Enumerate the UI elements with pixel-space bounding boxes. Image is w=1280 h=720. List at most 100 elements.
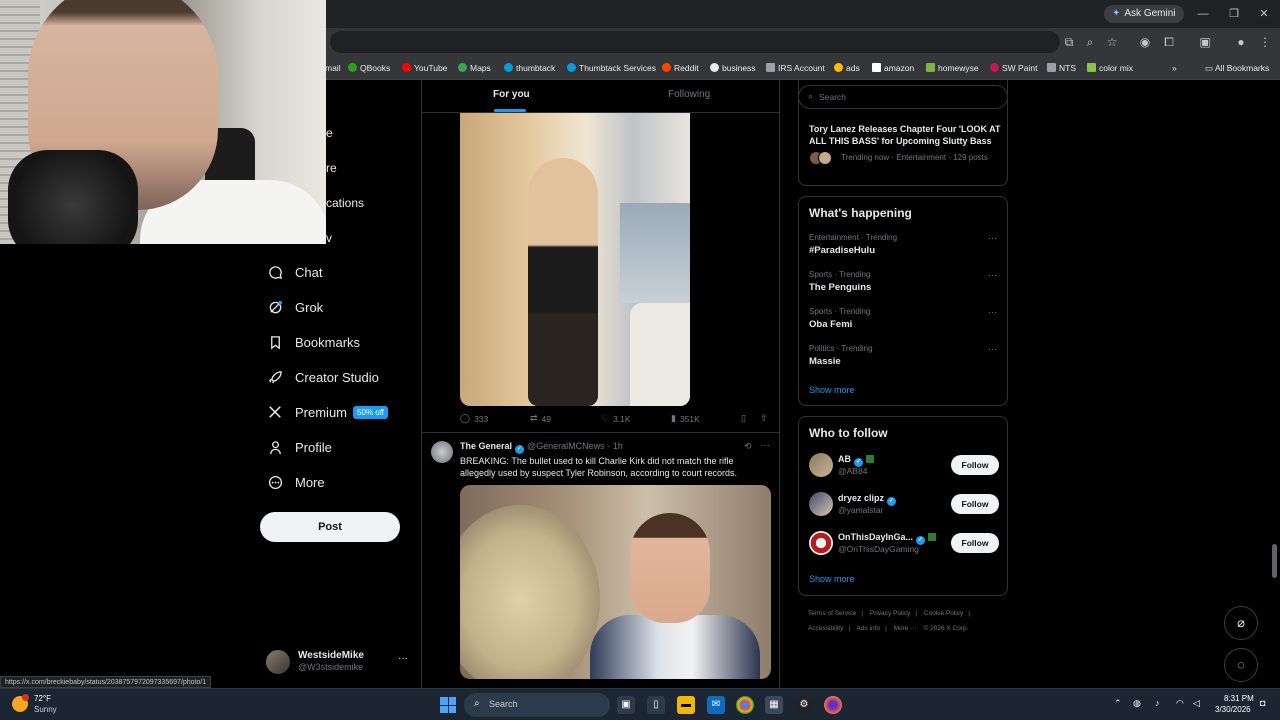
puzzle-icon[interactable]: ⧠ xyxy=(1160,33,1178,51)
tweet-photo[interactable] xyxy=(460,113,690,406)
trend-item[interactable]: Sports · Trending Oba Femi ··· xyxy=(809,307,1001,335)
trend-item[interactable]: Sports · Trending The Penguins ··· xyxy=(809,270,1001,298)
nav-partial-home[interactable]: e xyxy=(326,126,333,140)
nav-grok[interactable]: Grok xyxy=(266,294,323,320)
grok-explain-icon[interactable]: ⟲ xyxy=(744,441,752,452)
trend-more-icon[interactable]: ··· xyxy=(988,270,997,280)
post-button[interactable]: Post xyxy=(260,512,400,542)
nav-partial-notifications[interactable]: cations xyxy=(326,196,364,210)
follow-suggestion[interactable]: OnThisDayInGa... ✓ @OnThisDayGaming Follo… xyxy=(809,531,1001,559)
account-more-icon[interactable]: ··· xyxy=(398,653,408,664)
account-switcher[interactable]: WestsideMike @W3stsidemike ··· xyxy=(266,648,411,676)
notification-bell-icon[interactable]: ◘ xyxy=(1260,698,1265,708)
footer-more-link[interactable]: More ··· xyxy=(894,625,917,632)
avatar[interactable] xyxy=(431,441,453,463)
microphone-icon[interactable]: ♪ xyxy=(1155,698,1160,708)
all-bookmarks-folder[interactable]: ▭ All Bookmarks xyxy=(1205,61,1269,75)
tray-app-icon[interactable]: ◍ xyxy=(1133,698,1141,709)
search-input[interactable]: ⌕ Search xyxy=(798,85,1008,109)
volume-icon[interactable]: ◁ xyxy=(1193,698,1200,709)
trends-show-more-link[interactable]: Show more xyxy=(809,385,855,395)
maximize-button[interactable]: ❐ xyxy=(1225,5,1243,23)
follow-suggestion[interactable]: AB ✓ @AB84 Follow xyxy=(809,453,1001,481)
firefox-icon[interactable] xyxy=(824,696,842,714)
grok-float-button[interactable]: ⌀ xyxy=(1224,606,1258,640)
footer-cookie-link[interactable]: Cookie Policy xyxy=(924,610,963,617)
bookmark-youtube[interactable]: YouTube xyxy=(402,61,447,75)
tab-for-you[interactable]: For you xyxy=(493,89,530,100)
trend-more-icon[interactable]: ··· xyxy=(988,233,997,243)
close-window-button[interactable]: ✕ xyxy=(1255,5,1273,23)
bookmark-amazon[interactable]: amazon xyxy=(872,61,914,75)
bookmark-qbooks[interactable]: QBooks xyxy=(348,61,390,75)
tweet-photo[interactable] xyxy=(460,485,771,679)
profile-icon[interactable]: ● xyxy=(1232,33,1250,51)
trend-more-icon[interactable]: ··· xyxy=(988,307,997,317)
trend-more-icon[interactable]: ··· xyxy=(988,344,997,354)
taskbar-search[interactable]: ⌕ Search xyxy=(464,693,610,717)
bookmark-color-mix[interactable]: color mix xyxy=(1087,61,1133,75)
nav-chat[interactable]: Chat xyxy=(266,259,322,285)
follow-show-more-link[interactable]: Show more xyxy=(809,574,855,584)
trend-item[interactable]: Politics · Trending Massie ··· xyxy=(809,344,1001,372)
follow-button[interactable]: Follow xyxy=(951,494,999,514)
menu-kebab-icon[interactable]: ⋮ xyxy=(1256,33,1274,51)
chat-float-button[interactable]: ◌ xyxy=(1224,648,1258,682)
calculator-icon[interactable]: ▦ xyxy=(765,696,783,714)
zoom-icon[interactable]: ⌕ xyxy=(1081,33,1099,51)
minimize-button[interactable]: — xyxy=(1194,5,1212,23)
bookmark-reddit[interactable]: Reddit xyxy=(662,61,699,75)
tweet-author-name[interactable]: The General xyxy=(460,441,512,451)
nav-partial-explore[interactable]: re xyxy=(326,161,337,175)
tweet-author-handle[interactable]: @GeneralMCNews xyxy=(527,441,605,451)
file-explorer-icon[interactable]: ▬ xyxy=(677,696,695,714)
footer-ads-info-link[interactable]: Ads info xyxy=(857,625,881,632)
start-button[interactable] xyxy=(440,697,456,713)
bookmark-maps[interactable]: Maps xyxy=(458,61,491,75)
cast-icon[interactable]: ⧉ xyxy=(1060,33,1078,51)
footer-accessibility-link[interactable]: Accessibility xyxy=(808,625,843,632)
bookmark-mail[interactable]: mail xyxy=(325,61,341,75)
tweet-time[interactable]: 1h xyxy=(613,441,623,451)
follow-button[interactable]: Follow xyxy=(951,455,999,475)
tab-following[interactable]: Following xyxy=(668,89,710,100)
weather-condition[interactable]: Sunny xyxy=(34,705,57,714)
bookmark-thumbtack-services[interactable]: Thumbtack Services xyxy=(567,61,656,75)
bookmark-nts[interactable]: NTS xyxy=(1047,61,1076,75)
tweet-more-icon[interactable]: ··· xyxy=(760,440,770,451)
task-view-icon[interactable]: ▣ xyxy=(617,696,635,714)
nav-bookmarks[interactable]: Bookmarks xyxy=(266,329,360,355)
settings-gear-icon[interactable]: ⚙ xyxy=(795,696,813,714)
follow-suggestion[interactable]: dryez clipz ✓ @yamalstar Follow xyxy=(809,492,1001,520)
nav-more[interactable]: More xyxy=(266,469,325,495)
follow-button[interactable]: Follow xyxy=(951,533,999,553)
scrollbar[interactable] xyxy=(1272,544,1277,578)
views-button[interactable]: ▮ 351K xyxy=(671,413,700,424)
bookmark-ads[interactable]: ads xyxy=(834,61,860,75)
bookmarks-overflow-icon[interactable]: » xyxy=(1172,61,1177,75)
bookmark-business[interactable]: business xyxy=(710,61,756,75)
share-button[interactable]: ⇧ xyxy=(760,413,772,424)
clock-date[interactable]: 3/30/2026 xyxy=(1215,705,1251,714)
address-bar[interactable] xyxy=(330,31,1060,53)
trend-item[interactable]: Entertainment · Trending #ParadiseHulu ·… xyxy=(809,233,1001,261)
like-button[interactable]: ♡ 3.1K xyxy=(601,413,631,424)
repost-button[interactable]: ⇄ 49 xyxy=(530,413,551,424)
outlook-icon[interactable]: ✉ xyxy=(707,696,725,714)
nav-partial-follow[interactable]: v xyxy=(326,231,332,245)
tray-overflow-icon[interactable]: ⌃ xyxy=(1114,698,1122,709)
footer-terms-link[interactable]: Terms of Service xyxy=(808,610,856,617)
bookmark-thumbtack[interactable]: thumbtack xyxy=(504,61,555,75)
star-icon[interactable]: ☆ xyxy=(1103,33,1121,51)
ask-gemini-button[interactable]: ✦ Ask Gemini xyxy=(1104,5,1184,23)
bookmark-sw-paint[interactable]: SW Paint xyxy=(990,61,1037,75)
weather-temp[interactable]: 72°F xyxy=(34,694,51,703)
chrome-icon[interactable] xyxy=(736,696,754,714)
extension-icon[interactable]: ◉ xyxy=(1136,33,1154,51)
nav-profile[interactable]: Profile xyxy=(266,434,332,460)
nav-creator-studio[interactable]: Creator Studio xyxy=(266,364,379,390)
reply-button[interactable]: ◯ 333 xyxy=(460,413,488,424)
wifi-icon[interactable]: ◠ xyxy=(1176,698,1184,709)
sidepanel-icon[interactable]: ▣ xyxy=(1196,33,1214,51)
bookmark-homewyse[interactable]: homewyse xyxy=(926,61,979,75)
